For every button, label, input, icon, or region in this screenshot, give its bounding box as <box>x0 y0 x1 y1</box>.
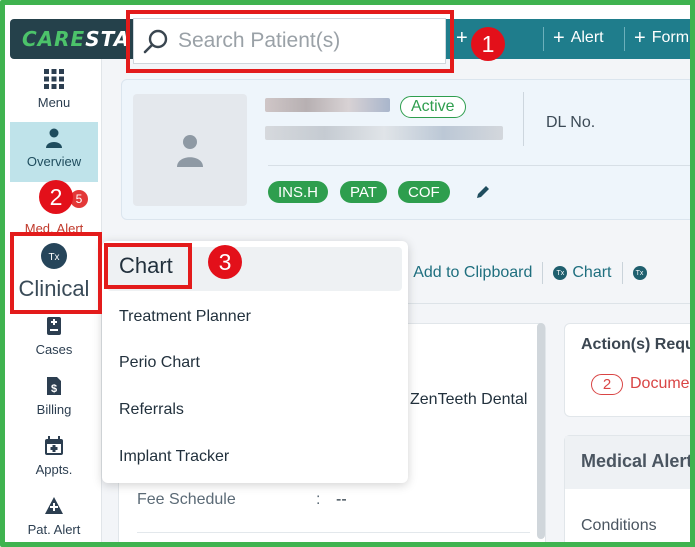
sidebar-item-billing[interactable]: $ Billing <box>10 370 98 430</box>
annotation-box-clinical <box>10 232 102 314</box>
chart-label: Chart <box>572 264 612 281</box>
sidebar-item-menu[interactable]: Menu <box>10 63 98 123</box>
user-icon <box>45 122 63 148</box>
menu-item-implant-tracker[interactable]: Implant Tracker <box>119 448 229 466</box>
edit-pencil-icon[interactable] <box>475 184 491 200</box>
menu-item-treatment-planner[interactable]: Treatment Planner <box>119 308 251 326</box>
grid-icon <box>44 63 64 89</box>
logo-sta-text: STA <box>85 27 131 51</box>
plus-icon: + <box>553 27 565 49</box>
tag-pat[interactable]: PAT <box>340 181 387 203</box>
logo-block: CARESTA <box>10 19 140 59</box>
card-divider <box>268 165 690 166</box>
card-divider <box>523 92 524 146</box>
sidebar-item-label: Billing <box>36 402 72 417</box>
app-logo[interactable]: CARESTA <box>22 27 130 51</box>
actions-required-title: Action(s) Requ <box>581 336 695 353</box>
user-icon <box>177 135 203 167</box>
svg-text:$: $ <box>51 383 57 395</box>
header-divider <box>543 27 544 51</box>
add-to-clipboard-button[interactable]: + Add to Clipboard <box>400 264 532 282</box>
annotation-step-1: 1 <box>471 27 505 61</box>
chart-button[interactable]: Tx Chart <box>553 264 612 282</box>
sidebar-item-label: Appts. <box>35 462 73 477</box>
sidebar-item-label: Cases <box>35 342 73 357</box>
patient-summary-card: Active DL No. INS.H PAT COF <box>121 79 690 220</box>
redacted-patient-info <box>265 126 503 140</box>
calendar-icon <box>44 430 64 456</box>
plus-icon: + <box>456 27 468 49</box>
sidebar-item-overview[interactable]: Overview <box>10 122 98 182</box>
toolbar-divider <box>542 262 544 284</box>
add-form-button[interactable]: + Form <box>634 27 690 49</box>
add-alert-button[interactable]: + Alert <box>553 27 604 49</box>
add-form-label: Form <box>651 29 690 46</box>
add-to-clipboard-label: Add to Clipboard <box>413 264 533 281</box>
documents-count-badge[interactable]: 2 <box>591 374 623 395</box>
sidebar-item-pat-alert[interactable]: Pat. Alert <box>10 490 98 542</box>
avatar[interactable] <box>133 94 247 206</box>
plus-icon: + <box>634 27 646 49</box>
tx-button[interactable]: Tx <box>632 266 647 280</box>
sidebar-item-label: Overview <box>26 154 82 169</box>
sidebar-item-label: Pat. Alert <box>27 522 81 537</box>
documents-link[interactable]: Documen <box>630 375 690 393</box>
fee-schedule-label: Fee Schedule <box>137 491 236 508</box>
menu-item-perio-chart[interactable]: Perio Chart <box>119 354 200 372</box>
practice-name-value: ZenTeeth Dental <box>410 391 528 408</box>
header-divider <box>624 27 625 51</box>
annotation-step-3: 3 <box>208 245 242 279</box>
sidebar-item-label: Menu <box>37 95 71 110</box>
sidebar-item-appts[interactable]: Appts. <box>10 430 98 490</box>
add-alert-label: Alert <box>570 29 604 46</box>
pat-alert-icon <box>44 490 64 516</box>
details-scrollbar[interactable] <box>537 323 545 539</box>
fee-schedule-value: -- <box>336 491 347 508</box>
annotation-box-search <box>126 10 454 73</box>
toolbar-divider <box>621 262 623 284</box>
frame-border-right <box>690 0 695 547</box>
app-window: CARESTA + ent + Alert + Form <box>0 0 695 547</box>
fee-schedule-colon: : <box>316 491 321 508</box>
sidebar-item-cases[interactable]: Cases <box>10 310 98 370</box>
annotation-box-chart <box>104 243 192 289</box>
redacted-name <box>265 98 390 112</box>
row-divider <box>137 532 530 533</box>
logo-care-text: CARE <box>22 27 86 51</box>
tag-ins-h[interactable]: INS.H <box>268 181 329 203</box>
tx-icon: Tx <box>553 266 568 280</box>
patient-toolbar: + Add to Clipboard Tx Chart Tx <box>400 261 647 285</box>
conditions-label: Conditions <box>581 517 657 534</box>
annotation-step-2: 2 <box>39 180 73 214</box>
dl-number-label: DL No. <box>546 114 596 131</box>
billing-icon: $ <box>46 370 62 396</box>
menu-item-referrals[interactable]: Referrals <box>119 401 184 419</box>
status-badge: Active <box>400 96 466 118</box>
tag-cof[interactable]: COF <box>398 181 450 203</box>
medical-alerts-title: Medical Alert <box>581 451 693 471</box>
tx-icon: Tx <box>632 266 647 280</box>
